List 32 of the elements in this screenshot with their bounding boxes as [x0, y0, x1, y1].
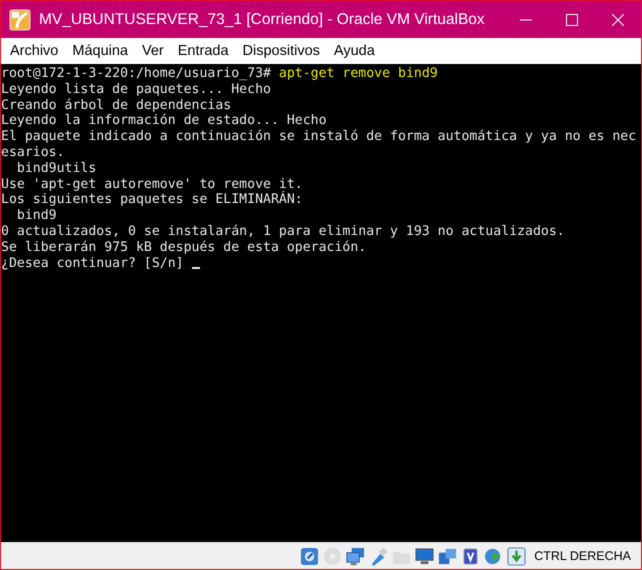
- network-icon[interactable]: [346, 546, 366, 566]
- host-key-label: CTRL DERECHA: [534, 549, 631, 563]
- usb-icon[interactable]: [369, 546, 388, 566]
- terminal-line: Se liberarán 975 kB después de esta operación.: [1, 240, 366, 256]
- menu-item[interactable]: Entrada: [170, 43, 236, 59]
- menu-item[interactable]: Ver: [134, 43, 171, 59]
- menu-item[interactable]: Ayuda: [326, 43, 382, 59]
- terminal-line: Leyendo la información de estado... Hecho: [1, 113, 327, 130]
- prompt-text: root@172-1-3-220:/home/usuario_73#: [1, 66, 271, 82]
- menu-item[interactable]: Dispositivos: [236, 43, 327, 59]
- terminal-line: Leyendo lista de paquetes... Hecho: [1, 82, 271, 98]
- windows-icon[interactable]: [438, 546, 458, 566]
- menu-item[interactable]: Máquina: [65, 43, 135, 59]
- terminal-line: 0 actualizados, 0 se instalarán, 1 para eliminar y 193 no actualizados.: [1, 224, 565, 240]
- terminal-line: Use 'apt-get autoremove' to remove it.: [1, 176, 303, 192]
- command-text: apt-get remove bind9: [278, 66, 438, 82]
- cursor-icon: [192, 267, 200, 270]
- terminal-line: Los siguientes paquetes se ELIMINARÁN:: [1, 192, 303, 208]
- terminal-line: esarios.: [1, 144, 65, 161]
- terminal-line: Creando árbol de dependencias: [1, 98, 232, 114]
- monitor-icon[interactable]: [415, 546, 434, 566]
- terminal-line: bind9utils: [16, 160, 96, 177]
- terminal-line: El paquete indicado a continuación se instaló de forma automática y ya no es nec: [1, 129, 636, 145]
- download-icon[interactable]: [507, 546, 526, 566]
- menu-item[interactable]: Archivo: [3, 43, 66, 59]
- chip-icon[interactable]: [461, 546, 480, 566]
- terminal-line: bind9: [16, 208, 57, 224]
- window-title: MV_UBUNTUSERVER_73_1 [Corriendo] - Oracle VM VirtualBox: [39, 10, 486, 28]
- close-icon[interactable]: [612, 14, 624, 26]
- maximize-icon[interactable]: [566, 14, 578, 26]
- app-icon: [9, 8, 31, 30]
- terminal-line: ¿Desea continuar? [S/n]: [1, 256, 185, 272]
